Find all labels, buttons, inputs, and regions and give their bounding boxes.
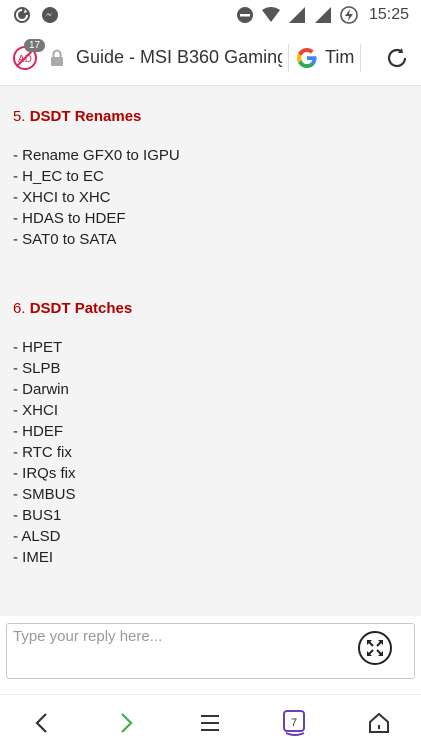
messenger-icon [40, 5, 60, 25]
list-item: - HDEF [13, 423, 63, 440]
section-heading-dsdt-patches: 6. DSDT Patches [13, 300, 408, 317]
toolbar-divider-2 [360, 43, 362, 72]
list-item: - HPET [13, 339, 63, 356]
section-title: DSDT Patches [29, 300, 133, 317]
home-icon [368, 712, 389, 733]
do-not-disturb-icon [235, 5, 255, 25]
list-item: - Darwin [13, 381, 69, 398]
list-item: - Rename GFX0 to IGPU [13, 147, 180, 164]
list-item: - XHCI [13, 402, 58, 419]
section-number: 6. [13, 300, 26, 317]
battery-charging-icon [339, 5, 359, 25]
adblock-button[interactable]: AD 17 [8, 38, 46, 75]
signal-icon-2 [313, 5, 333, 25]
dsdt-renames-list: - Rename GFX0 to IGPU - H_EC to EC - XHC… [13, 145, 408, 250]
google-icon [297, 47, 317, 68]
list-item: - IRQs fix [13, 465, 76, 482]
wifi-icon [261, 5, 281, 25]
forward-arrow-icon [121, 712, 133, 733]
status-bar: 15:25 [0, 0, 421, 30]
page-title[interactable]: Guide - MSI B360 Gaming [76, 47, 282, 68]
section-heading-dsdt-renames: 5. DSDT Renames [13, 108, 408, 125]
list-item: - SLPB [13, 360, 61, 377]
browser-toolbar: AD 17 Guide - MSI B360 Gaming Tim [0, 30, 421, 86]
adblock-count-badge: 17 [24, 38, 46, 52]
reply-box [6, 623, 415, 679]
back-button[interactable] [18, 699, 66, 747]
bottom-nav: 7 [0, 694, 421, 750]
reload-button[interactable] [381, 42, 413, 74]
tabs-button[interactable]: 7 [271, 699, 319, 747]
forward-button[interactable] [102, 699, 150, 747]
expand-editor-button[interactable] [358, 631, 392, 665]
reload-icon [387, 47, 407, 67]
list-item: - IMEI [13, 549, 53, 566]
sync-icon [12, 5, 32, 25]
list-item: - RTC fix [13, 444, 72, 461]
list-item: - SAT0 to SATA [13, 231, 117, 248]
back-arrow-icon [35, 712, 47, 733]
account-name: Tim [325, 47, 355, 67]
expand-icon [367, 640, 383, 656]
account-button[interactable]: Tim [295, 46, 354, 70]
reply-input[interactable] [13, 628, 333, 645]
clock: 15:25 [368, 6, 409, 23]
list-item: - SMBUS [13, 486, 76, 503]
menu-icon [201, 714, 220, 731]
menu-button[interactable] [186, 699, 234, 747]
list-item: - XHCI to XHC [13, 189, 111, 206]
tab-count: 7 [291, 717, 297, 729]
dsdt-patches-list: - HPET - SLPB - Darwin - XHCI - HDEF - R… [13, 337, 408, 568]
list-item: - HDAS to HDEF [13, 210, 126, 227]
post-content: 5. DSDT Renames - Rename GFX0 to IGPU - … [0, 86, 421, 616]
lock-icon [46, 47, 68, 69]
toolbar-divider [288, 43, 289, 72]
reply-area [0, 616, 421, 694]
list-item: - H_EC to EC [13, 168, 104, 185]
home-button[interactable] [355, 699, 403, 747]
section-title: DSDT Renames [29, 108, 142, 125]
list-item: - BUS1 [13, 507, 62, 524]
signal-icon [287, 5, 307, 25]
tabs-icon: 7 [282, 709, 305, 736]
section-number: 5. [13, 108, 26, 125]
list-item: - ALSD [13, 528, 61, 545]
